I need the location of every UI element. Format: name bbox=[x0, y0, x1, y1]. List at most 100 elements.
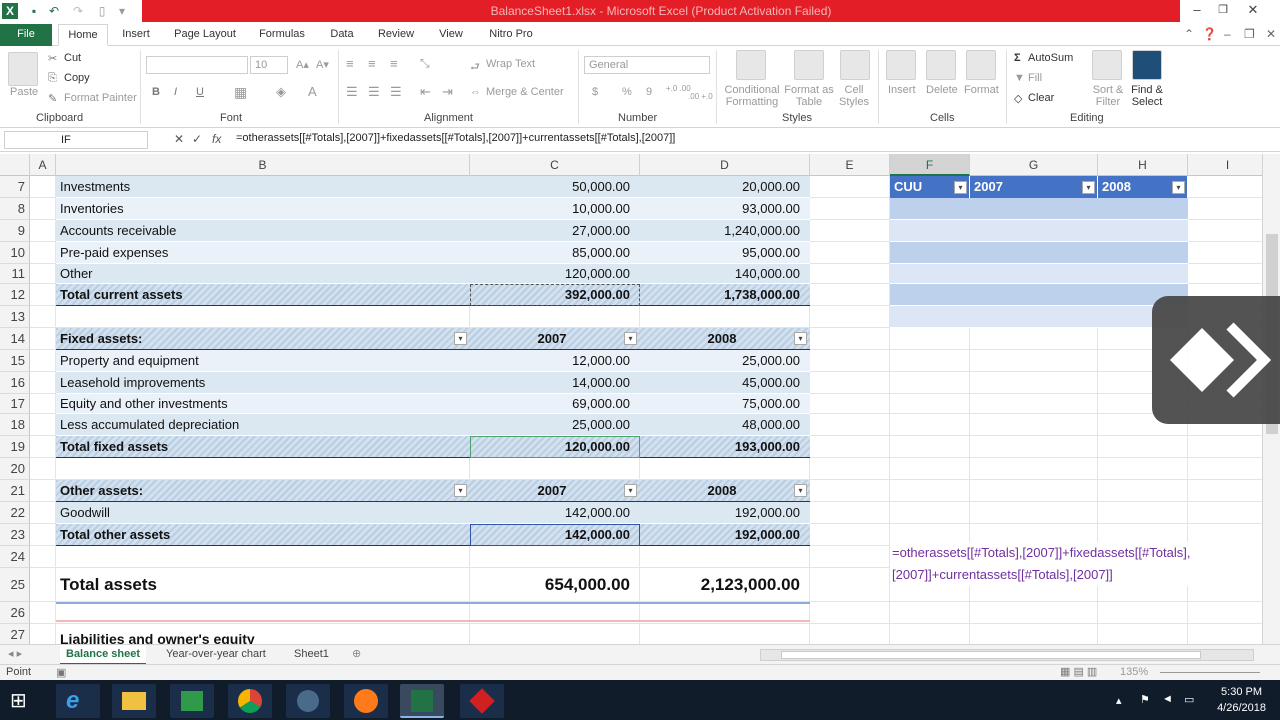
ribbon-collapse-icon[interactable]: ⌃ bbox=[1184, 27, 1194, 41]
delete-cells-button[interactable]: Delete bbox=[926, 84, 958, 96]
cell-b-label[interactable]: Liabilities and owner's equity bbox=[60, 628, 460, 644]
cell-d-value[interactable]: 93,000.00 bbox=[642, 198, 800, 220]
cell-c-value[interactable]: 654,000.00 bbox=[472, 568, 630, 602]
cell-c-value[interactable]: 50,000.00 bbox=[472, 176, 630, 198]
save-icon[interactable]: ▪ bbox=[26, 3, 42, 19]
name-box[interactable]: IF bbox=[4, 131, 148, 149]
column-header-c[interactable]: C bbox=[470, 154, 640, 176]
row-header[interactable]: 22 bbox=[0, 502, 30, 524]
filter-dropdown-icon[interactable]: ▾ bbox=[1082, 181, 1095, 194]
filter-dropdown-icon[interactable]: ▾ bbox=[794, 484, 807, 497]
grow-font-icon[interactable]: A▴ bbox=[296, 58, 309, 71]
cell-b-label[interactable]: Total fixed assets bbox=[60, 436, 460, 458]
filter-dropdown-icon[interactable]: ▾ bbox=[624, 332, 637, 345]
row-header[interactable]: 8 bbox=[0, 198, 30, 220]
cell-c-value[interactable]: 14,000.00 bbox=[472, 372, 630, 394]
cell-b-label[interactable]: Inventories bbox=[60, 198, 460, 220]
increase-indent-icon[interactable]: ⇥ bbox=[442, 84, 453, 100]
row-header[interactable]: 14 bbox=[0, 328, 30, 350]
macro-record-icon[interactable]: ▣ bbox=[56, 666, 66, 679]
screen-recorder-icon[interactable] bbox=[460, 684, 504, 718]
top-align-icon[interactable]: ≡ bbox=[346, 56, 354, 71]
orientation-icon[interactable]: ⤡ bbox=[420, 56, 430, 71]
paste-button[interactable]: Paste bbox=[10, 86, 38, 98]
cell-b-label[interactable]: Total assets bbox=[60, 568, 460, 602]
column-header-h[interactable]: H bbox=[1098, 154, 1188, 176]
fill-button[interactable]: Fill bbox=[1028, 72, 1042, 84]
zoom-slider[interactable] bbox=[1160, 672, 1260, 673]
decrease-indent-icon[interactable]: ⇤ bbox=[420, 84, 431, 100]
column-header-d[interactable]: D bbox=[640, 154, 810, 176]
italic-button[interactable]: I bbox=[174, 86, 177, 98]
taskbar-time[interactable]: 5:30 PM bbox=[1200, 686, 1262, 698]
cell-styles-button[interactable]: Cell Styles bbox=[834, 84, 874, 108]
filter-dropdown-icon[interactable]: ▾ bbox=[624, 484, 637, 497]
speaker-icon[interactable]: ◄ bbox=[1162, 693, 1173, 705]
bold-button[interactable]: B bbox=[152, 86, 160, 98]
cell-c-value[interactable]: 142,000.00 bbox=[472, 502, 630, 524]
cell-c-value[interactable]: 25,000.00 bbox=[472, 414, 630, 436]
side-table-row[interactable] bbox=[890, 220, 1188, 242]
row-header[interactable]: 25 bbox=[0, 568, 30, 602]
align-center-icon[interactable]: ☰ bbox=[368, 84, 380, 100]
cell-d-value[interactable]: 25,000.00 bbox=[642, 350, 800, 372]
cell-d-value[interactable]: 193,000.00 bbox=[642, 436, 800, 458]
workbook-close-icon[interactable]: ✕ bbox=[1266, 27, 1276, 41]
row-header[interactable]: 15 bbox=[0, 350, 30, 372]
cell-b-label[interactable]: Pre-paid expenses bbox=[60, 242, 460, 264]
cell-c-value[interactable]: 10,000.00 bbox=[472, 198, 630, 220]
side-table-header[interactable]: 2007 bbox=[970, 176, 1098, 198]
clear-button[interactable]: Clear bbox=[1028, 92, 1054, 104]
row-header[interactable]: 18 bbox=[0, 414, 30, 436]
sheet-tab-year-over-year-chart[interactable]: Year-over-year chart bbox=[160, 645, 272, 665]
insert-cells-button[interactable]: Insert bbox=[888, 84, 916, 96]
sheet-tab-sheet1[interactable]: Sheet1 bbox=[288, 645, 335, 665]
formula-input[interactable]: =otherassets[[#Totals],[2007]]+fixedasse… bbox=[236, 132, 675, 144]
tray-chevron-icon[interactable]: ▴ bbox=[1116, 694, 1122, 707]
format-cells-button[interactable]: Format bbox=[964, 84, 999, 96]
cell-b-label[interactable]: Equity and other investments bbox=[60, 394, 460, 414]
comma-button[interactable]: 9 bbox=[646, 86, 652, 98]
sort-filter-button[interactable]: Sort & Filter bbox=[1086, 84, 1130, 108]
store-icon[interactable] bbox=[170, 684, 214, 718]
cell-d-value[interactable]: 1,240,000.00 bbox=[642, 220, 800, 242]
in-cell-formula-editor[interactable]: =otherassets[[#Totals],[2007]]+fixedasse… bbox=[890, 542, 1262, 586]
view-buttons-icon[interactable]: ▦ ▤ ▥ bbox=[1060, 665, 1097, 678]
windows-start-icon[interactable]: ⊞ bbox=[10, 688, 27, 713]
copy-button[interactable]: Copy bbox=[64, 72, 90, 84]
media-app-icon[interactable] bbox=[286, 684, 330, 718]
help-icon[interactable]: ❓ bbox=[1202, 27, 1217, 41]
new-file-icon[interactable]: ▯ bbox=[94, 3, 110, 19]
cut-button[interactable]: Cut bbox=[64, 52, 81, 64]
wrap-text-button[interactable]: Wrap Text bbox=[486, 58, 535, 70]
cell-c-value[interactable]: 120,000.00 bbox=[472, 264, 630, 284]
customize-toolbar-icon[interactable]: ▾ bbox=[114, 3, 130, 19]
decrease-decimal-button[interactable]: .00 +.0 bbox=[688, 92, 713, 101]
column-header-f[interactable]: F bbox=[890, 154, 970, 176]
redo-icon[interactable]: ↷ bbox=[70, 3, 86, 19]
currency-button[interactable]: $ bbox=[592, 86, 598, 98]
workbook-restore-icon[interactable]: ❐ bbox=[1244, 27, 1255, 41]
font-size-dropdown[interactable]: 10 bbox=[250, 56, 288, 74]
align-right-icon[interactable]: ☰ bbox=[390, 84, 402, 100]
tab-view[interactable]: View bbox=[432, 24, 470, 46]
filter-dropdown-icon[interactable]: ▾ bbox=[1172, 181, 1185, 194]
column-header-b[interactable]: B bbox=[56, 154, 470, 176]
row-header[interactable]: 13 bbox=[0, 306, 30, 328]
cell-d-value[interactable]: 20,000.00 bbox=[642, 176, 800, 198]
cell-c-value[interactable]: 2007 bbox=[472, 480, 632, 502]
tab-page-layout[interactable]: Page Layout bbox=[168, 24, 242, 46]
column-header-e[interactable]: E bbox=[810, 154, 890, 176]
conditional-formatting-button[interactable]: Conditional Formatting bbox=[722, 84, 782, 108]
tab-file[interactable]: File bbox=[0, 24, 52, 46]
font-name-dropdown[interactable] bbox=[146, 56, 248, 74]
cell-d-value[interactable]: 192,000.00 bbox=[642, 502, 800, 524]
format-painter-button[interactable]: Format Painter bbox=[64, 92, 137, 104]
cell-d-value[interactable]: 2,123,000.00 bbox=[642, 568, 800, 602]
cell-b-label[interactable]: Goodwill bbox=[60, 502, 460, 524]
chrome-icon[interactable] bbox=[228, 684, 272, 718]
bottom-align-icon[interactable]: ≡ bbox=[390, 56, 398, 71]
filter-dropdown-icon[interactable]: ▾ bbox=[454, 332, 467, 345]
cell-c-value[interactable]: 27,000.00 bbox=[472, 220, 630, 242]
row-header[interactable]: 9 bbox=[0, 220, 30, 242]
